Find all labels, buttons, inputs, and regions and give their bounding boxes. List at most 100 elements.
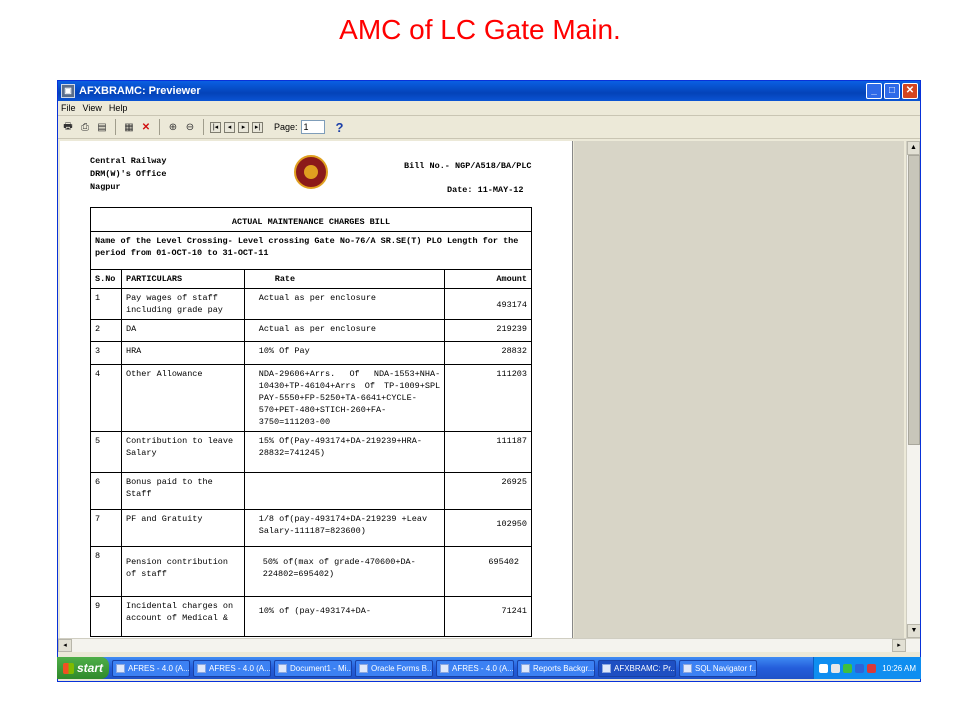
- previous-page-icon[interactable]: ◂: [224, 121, 235, 133]
- page-input[interactable]: 1: [300, 120, 325, 134]
- table-row: 3 HRA 10% Of Pay 28832: [90, 341, 532, 365]
- rate-cell: 15% Of(Pay-493174+DA-219239+HRA-28832=74…: [243, 431, 446, 473]
- print-icon[interactable]: 🖶: [61, 120, 75, 134]
- taskbar-item[interactable]: Oracle Forms B...: [355, 659, 433, 677]
- toolbar-separator: [203, 119, 204, 135]
- menu-view[interactable]: View: [83, 103, 102, 113]
- app-icon: [116, 663, 125, 673]
- table-row: 2 DA Actual as per enclosure 219239: [90, 319, 532, 342]
- sno-cell: 3: [90, 341, 122, 365]
- horizontal-scrollbar[interactable]: ◂ ▸: [58, 638, 920, 652]
- sno-cell: 5: [90, 431, 122, 473]
- bill-table: ACTUAL MAINTENANCE CHARGES BILL Name of …: [90, 207, 532, 637]
- bill-date: Date: 11-MAY-12: [447, 185, 524, 195]
- table-row: 4 Other Allowance NDA-29606+Arrs. Of NDA…: [90, 364, 532, 432]
- scroll-left-icon[interactable]: ◂: [58, 639, 72, 652]
- network-icon[interactable]: [831, 663, 841, 673]
- zoom-in-icon[interactable]: ⊕: [166, 120, 180, 134]
- scroll-right-icon[interactable]: ▸: [892, 639, 906, 652]
- window-titlebar[interactable]: ▣ AFXBRAMC: Previewer _ □ ✕: [58, 81, 920, 101]
- app-icon: [602, 663, 611, 673]
- taskbar: start AFRES - 4.0 (A... AFRES - 4.0 (A..…: [57, 657, 921, 679]
- table-header-row: S.No PARTICULARS Rate Amount: [90, 269, 532, 289]
- sno-cell: 7: [90, 509, 122, 547]
- particulars-cell: Other Allowance: [120, 364, 245, 432]
- toolbar-separator: [115, 119, 116, 135]
- particulars-cell: PF and Gratuity: [120, 509, 245, 547]
- antivirus-icon[interactable]: [843, 663, 853, 673]
- menubar: File View Help: [58, 101, 920, 116]
- taskbar-item-label: AFRES - 4.0 (A...: [452, 663, 514, 673]
- toolbar: 🖶 ⎙ ▤ ▦ ✕ ⊕ ⊖ |◂ ◂ ▸ ▸| Page: 1 ?: [58, 116, 920, 139]
- app-icon: [197, 663, 206, 673]
- taskbar-item[interactable]: Document1 - Mi...: [274, 659, 352, 677]
- page-label: Page:: [274, 122, 298, 132]
- amount-cell: 71241: [444, 596, 532, 637]
- table-row: 5 Contribution to leave Salary 15% Of(Pa…: [90, 431, 532, 473]
- help-icon[interactable]: ?: [336, 120, 344, 135]
- maximize-button[interactable]: □: [884, 83, 900, 99]
- close-preview-icon[interactable]: ✕: [139, 120, 153, 134]
- menu-help[interactable]: Help: [109, 103, 128, 113]
- app-icon: [440, 663, 449, 673]
- railway-logo: [294, 155, 328, 189]
- save-icon[interactable]: ▤: [95, 120, 109, 134]
- start-button[interactable]: start: [57, 657, 109, 679]
- taskbar-item[interactable]: AFRES - 4.0 (A...: [193, 659, 271, 677]
- minimize-button[interactable]: _: [866, 83, 882, 99]
- taskbar-item[interactable]: AFRES - 4.0 (A...: [436, 659, 514, 677]
- sno-cell: 6: [90, 472, 122, 510]
- scroll-thumb[interactable]: [908, 155, 920, 445]
- amount-cell: 695402: [444, 546, 532, 597]
- amount-cell: 28832: [444, 341, 532, 365]
- sno-cell: 2: [90, 319, 122, 342]
- taskbar-item-active[interactable]: AFXBRAMC: Pr...: [598, 659, 676, 677]
- last-page-icon[interactable]: ▸|: [252, 121, 263, 133]
- app-icon: ▣: [61, 84, 75, 98]
- column-header: Rate: [243, 269, 446, 289]
- table-title: ACTUAL MAINTENANCE CHARGES BILL: [90, 207, 532, 232]
- scroll-up-icon[interactable]: ▲: [907, 141, 920, 155]
- alert-icon[interactable]: [867, 663, 877, 673]
- clock[interactable]: 10:26 AM: [882, 664, 916, 673]
- rate-cell: 10% Of Pay: [243, 341, 446, 365]
- address-line: Central Railway: [90, 156, 167, 166]
- new-window-icon[interactable]: ▦: [122, 120, 136, 134]
- address-line: DRM(W)'s Office: [90, 169, 167, 179]
- slide-title: AMC of LC Gate Main.: [339, 14, 621, 45]
- column-header: Amount: [444, 269, 532, 289]
- rate-cell: NDA-29606+Arrs. Of NDA-1553+NHA-10430+TP…: [243, 364, 446, 432]
- help-tray-icon[interactable]: [819, 663, 829, 673]
- address-line: Nagpur: [90, 182, 121, 192]
- taskbar-item-label: Document1 - Mi...: [290, 663, 352, 673]
- preview-area: Central Railway DRM(W)'s Office Nagpur B…: [58, 141, 920, 661]
- table-row: 1 Pay wages of staff including grade pay…: [90, 288, 532, 320]
- reports-icon: [521, 663, 530, 673]
- taskbar-item[interactable]: SQL Navigator f...: [679, 659, 757, 677]
- next-page-icon[interactable]: ▸: [238, 121, 249, 133]
- start-label: start: [77, 661, 104, 675]
- window-title: AFXBRAMC: Previewer: [79, 85, 201, 97]
- vertical-scrollbar[interactable]: ▲ ▼: [906, 141, 920, 638]
- crossing-description: Name of the Level Crossing- Level crossi…: [90, 231, 532, 270]
- amount-cell: 111187: [444, 431, 532, 473]
- taskbar-item[interactable]: AFRES - 4.0 (A...: [112, 659, 190, 677]
- first-page-icon[interactable]: |◂: [210, 121, 221, 133]
- print-setup-icon[interactable]: ⎙: [78, 120, 92, 134]
- table-row: 8 Pension contribution of staff 50% of(m…: [90, 546, 532, 597]
- zoom-out-icon[interactable]: ⊖: [183, 120, 197, 134]
- shield-icon[interactable]: [855, 663, 865, 673]
- amount-cell: 493174: [444, 288, 532, 320]
- sno-cell: 1: [90, 288, 122, 320]
- particulars-cell: Pension contribution of staff: [120, 546, 245, 597]
- particulars-cell: Bonus paid to the Staff: [120, 472, 245, 510]
- table-row: 6 Bonus paid to the Staff 26925: [90, 472, 532, 510]
- report-page: Central Railway DRM(W)'s Office Nagpur B…: [60, 141, 573, 638]
- table-row: 7 PF and Gratuity 1/8 of(pay-493174+DA-2…: [90, 509, 532, 547]
- taskbar-item[interactable]: Reports Backgr...: [517, 659, 595, 677]
- taskbar-item-label: SQL Navigator f...: [695, 663, 757, 673]
- close-button[interactable]: ✕: [902, 83, 918, 99]
- taskbar-item-label: AFRES - 4.0 (A...: [209, 663, 271, 673]
- menu-file[interactable]: File: [61, 103, 76, 113]
- scroll-down-icon[interactable]: ▼: [907, 624, 920, 638]
